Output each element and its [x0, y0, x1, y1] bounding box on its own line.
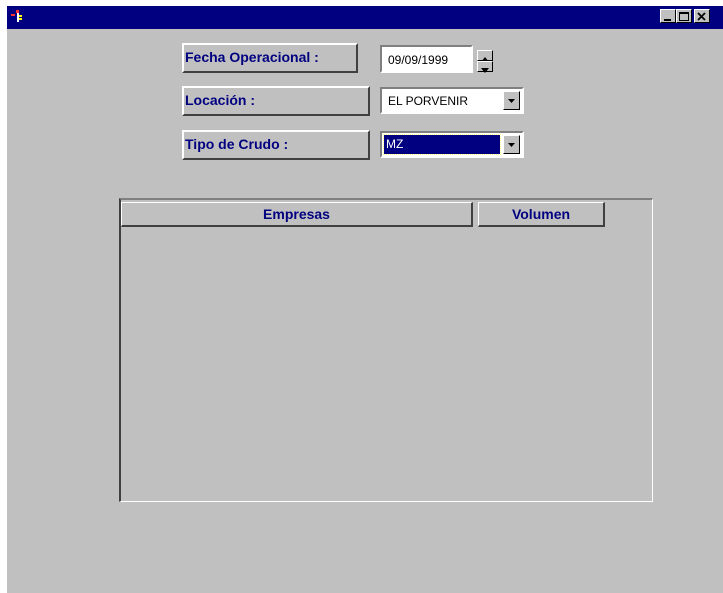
- column-header-empresas-label: Empresas: [263, 206, 330, 222]
- minimize-icon: [664, 19, 671, 21]
- close-icon: [697, 12, 706, 21]
- close-button[interactable]: [694, 9, 710, 23]
- date-spin-down[interactable]: [477, 61, 493, 73]
- maximize-button[interactable]: [676, 9, 692, 23]
- tipo-crudo-text: Tipo de Crudo :: [185, 136, 289, 152]
- chevron-down-icon: [508, 143, 515, 147]
- minimize-button[interactable]: [660, 9, 676, 23]
- arrow-down-icon: [481, 68, 489, 73]
- tipo-crudo-value: MZ: [383, 134, 501, 155]
- column-header-volumen[interactable]: Volumen: [478, 202, 605, 227]
- column-header-empresas[interactable]: Empresas: [121, 202, 473, 227]
- fecha-value: 09/09/1999: [388, 53, 449, 67]
- tipo-crudo-label[interactable]: Tipo de Crudo :: [182, 130, 370, 160]
- locacion-value: EL PORVENIR: [388, 94, 469, 108]
- empresas-grid[interactable]: Empresas Volumen: [119, 198, 653, 502]
- locacion-label[interactable]: Locación :: [182, 86, 370, 116]
- tipo-crudo-dropdown-button[interactable]: [503, 135, 520, 154]
- maximize-icon: [679, 12, 689, 21]
- chevron-down-icon: [508, 99, 515, 103]
- title-bar[interactable]: [7, 6, 723, 29]
- app-icon[interactable]: [10, 9, 24, 23]
- locacion-select[interactable]: EL PORVENIR: [380, 87, 524, 114]
- tipo-crudo-select[interactable]: MZ: [380, 131, 524, 158]
- fecha-operacional-input[interactable]: 09/09/1999: [380, 45, 473, 73]
- column-header-volumen-label: Volumen: [511, 206, 571, 222]
- locacion-dropdown-button[interactable]: [503, 91, 520, 110]
- locacion-text: Locación :: [185, 92, 256, 108]
- fecha-operacional-text: Fecha Operacional :: [185, 49, 319, 65]
- grid-body[interactable]: [121, 229, 651, 500]
- main-window: Fecha Operacional : 09/09/1999 Locación …: [7, 6, 723, 593]
- date-spin-up[interactable]: [477, 50, 493, 62]
- fecha-operacional-label[interactable]: Fecha Operacional :: [182, 43, 358, 73]
